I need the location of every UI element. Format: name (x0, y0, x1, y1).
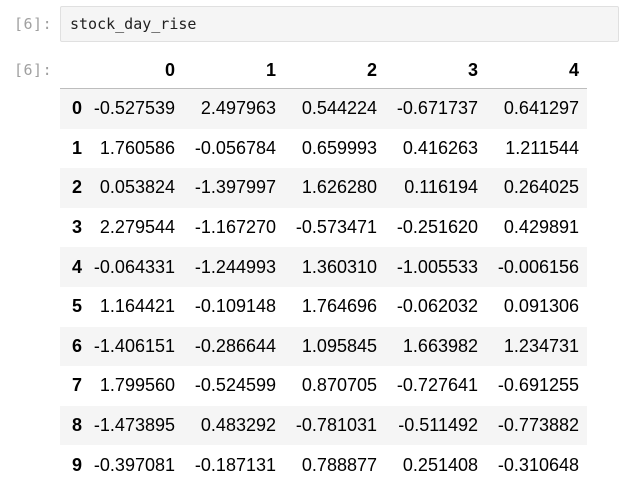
table-cell: -0.062032 (396, 296, 478, 317)
table-cell: -0.671737 (396, 98, 478, 119)
table-cell: 0.641297 (503, 98, 579, 119)
row-index: 9 (71, 454, 82, 475)
table-cell: -0.286644 (194, 335, 276, 356)
dataframe-table: 0 1 2 3 4 0 -0.527539 2.497963 0.544224 -0.6… (60, 52, 587, 485)
table-header-row: 0 1 2 3 4 (60, 52, 587, 89)
table-cell: 1.760586 (99, 137, 175, 158)
table-row: 1 1.760586 -0.056784 0.659993 0.416263 1.2115… (60, 128, 587, 169)
table-cell: -1.167270 (194, 217, 276, 238)
input-cell[interactable]: [6]: stock_day_rise (0, 6, 621, 42)
row-index: 7 (71, 375, 82, 396)
table-row: 5 1.164421 -0.109148 1.764696 -0.062032 0.091… (60, 286, 587, 327)
column-header: 1 (183, 52, 284, 89)
table-cell: -0.064331 (93, 256, 175, 277)
table-cell: -1.473895 (93, 415, 175, 436)
table-cell: -0.773882 (497, 415, 579, 436)
table-cell: -0.727641 (396, 375, 478, 396)
table-row: 6 -1.406151 -0.286644 1.095845 1.663982 1.234… (60, 326, 587, 367)
column-header: 2 (284, 52, 385, 89)
table-cell: -0.511492 (398, 415, 478, 436)
table-cell: 0.870705 (301, 375, 377, 396)
table-cell: 2.279544 (99, 217, 175, 238)
table-cell: -0.691255 (497, 375, 579, 396)
table-row: 7 1.799560 -0.524599 0.870705 -0.727641 -0.69… (60, 366, 587, 406)
table-cell: -0.187131 (194, 454, 276, 475)
row-index: 5 (71, 296, 82, 317)
table-cell: 1.626280 (301, 177, 377, 198)
table-cell: 0.483292 (200, 415, 276, 436)
table-cell: 1.799560 (99, 375, 175, 396)
table-cell: -0.310648 (497, 454, 579, 475)
code-text[interactable]: stock_day_rise (70, 15, 196, 33)
table-cell: -0.781031 (295, 415, 377, 436)
row-index: 3 (71, 217, 82, 238)
table-cell: 1.234731 (503, 335, 579, 356)
table-cell: -1.244993 (194, 256, 276, 277)
row-index: 1 (71, 137, 82, 158)
input-prompt: [6]: (14, 15, 53, 33)
table-row: 2 0.053824 -1.397997 1.626280 0.116194 0.2640… (60, 168, 587, 208)
table-cell: 1.663982 (402, 335, 478, 356)
table-cell: -0.527539 (93, 98, 175, 119)
table-row: 8 -1.473895 0.483292 -0.781031 -0.511492 -0.7… (60, 405, 587, 446)
row-index: 8 (71, 415, 82, 436)
output-prompt: [6]: (14, 61, 53, 79)
table-cell: 0.659993 (301, 137, 377, 158)
column-header: 4 (486, 52, 587, 89)
column-header: 0 (82, 52, 183, 89)
table-cell: -1.005533 (396, 256, 478, 277)
table-cell: -0.573471 (295, 217, 377, 238)
table-cell: -0.006156 (497, 256, 579, 277)
table-cell: 0.416263 (402, 137, 478, 158)
table-cell: -0.109148 (194, 296, 276, 317)
table-cell: 1.764696 (301, 296, 377, 317)
table-cell: 2.497963 (200, 98, 276, 119)
code-editor[interactable]: stock_day_rise (60, 6, 619, 42)
table-cell: 0.091306 (503, 296, 579, 317)
table-cell: 0.116194 (404, 177, 478, 198)
table-cell: 1.164421 (99, 296, 175, 317)
row-index: 0 (71, 98, 82, 119)
table-cell: 0.429891 (503, 217, 579, 238)
table-cell: -0.524599 (194, 375, 276, 396)
index-header (60, 52, 82, 89)
table-cell: -0.397081 (93, 454, 175, 475)
row-index: 2 (71, 177, 82, 198)
table-row: 0 -0.527539 2.497963 0.544224 -0.671737 0.641… (60, 88, 587, 129)
row-index: 6 (71, 335, 82, 356)
table-cell: -1.406151 (93, 335, 175, 356)
table-cell: 0.544224 (301, 98, 377, 119)
table-cell: 0.264025 (503, 177, 579, 198)
table-cell: -0.251620 (396, 217, 478, 238)
table-cell: 0.251408 (402, 454, 478, 475)
table-cell: 1.211544 (505, 137, 579, 158)
table-cell: 1.360310 (301, 256, 377, 277)
table-row: 9 -0.397081 -0.187131 0.788877 0.251408 -0.31… (60, 445, 587, 485)
table-cell: -1.397997 (194, 177, 276, 198)
row-index: 4 (71, 256, 82, 277)
table-cell: 0.053824 (99, 177, 175, 198)
table-cell: 1.095845 (301, 335, 377, 356)
output-cell: [6]: 0 1 2 3 4 0 -0.527539 2.497963 0.54422… (0, 52, 621, 496)
table-row: 4 -0.064331 -1.244993 1.360310 -1.005533 -0.0… (60, 247, 587, 287)
table-cell: 0.788877 (301, 454, 377, 475)
table-row: 3 2.279544 -1.167270 -0.573471 -0.251620 0.42… (60, 207, 587, 248)
column-header: 3 (385, 52, 486, 89)
table-cell: -0.056784 (194, 137, 276, 158)
